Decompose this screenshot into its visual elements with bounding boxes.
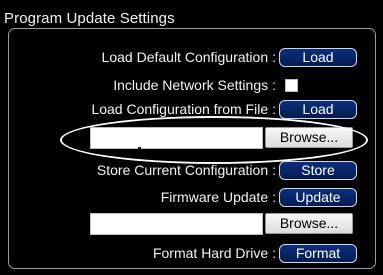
load-from-file-row: Load Configuration from File: [91, 101, 276, 117]
store-current-label: Store Current Configuration [96, 162, 269, 178]
load-from-file-button[interactable]: Load [279, 100, 357, 119]
format-drive-label: Format Hard Drive [152, 245, 269, 261]
load-default-row: Load Default Configuration: [102, 49, 276, 65]
firmware-update-label: Firmware Update [160, 189, 269, 205]
include-network-label: Include Network Settings [113, 77, 269, 93]
config-browse-button[interactable]: Browse... [265, 127, 353, 148]
load-default-button[interactable]: Load [279, 48, 357, 67]
program-update-settings-panel: Program Update Settings Load Default Con… [0, 0, 383, 275]
separator: : [272, 101, 276, 117]
separator: : [272, 77, 276, 93]
text-cursor [138, 147, 141, 149]
update-button[interactable]: Update [279, 188, 357, 207]
separator: : [272, 162, 276, 178]
include-network-row: Include Network Settings: [113, 77, 276, 93]
firmware-file-input[interactable] [90, 213, 263, 235]
format-button[interactable]: Format [279, 244, 357, 263]
format-drive-row: Format Hard Drive: [153, 245, 276, 261]
store-current-row: Store Current Configuration: [97, 162, 276, 178]
firmware-browse-button[interactable]: Browse... [265, 213, 353, 234]
config-file-input[interactable] [90, 127, 263, 149]
firmware-update-row: Firmware Update: [161, 189, 276, 205]
separator: : [272, 49, 276, 65]
panel-title: Program Update Settings [4, 10, 175, 27]
load-default-label: Load Default Configuration [101, 49, 269, 65]
separator: : [272, 245, 276, 261]
load-from-file-label: Load Configuration from File [91, 101, 269, 117]
separator: : [272, 189, 276, 205]
include-network-checkbox[interactable] [285, 79, 298, 92]
store-button[interactable]: Store [279, 161, 357, 180]
